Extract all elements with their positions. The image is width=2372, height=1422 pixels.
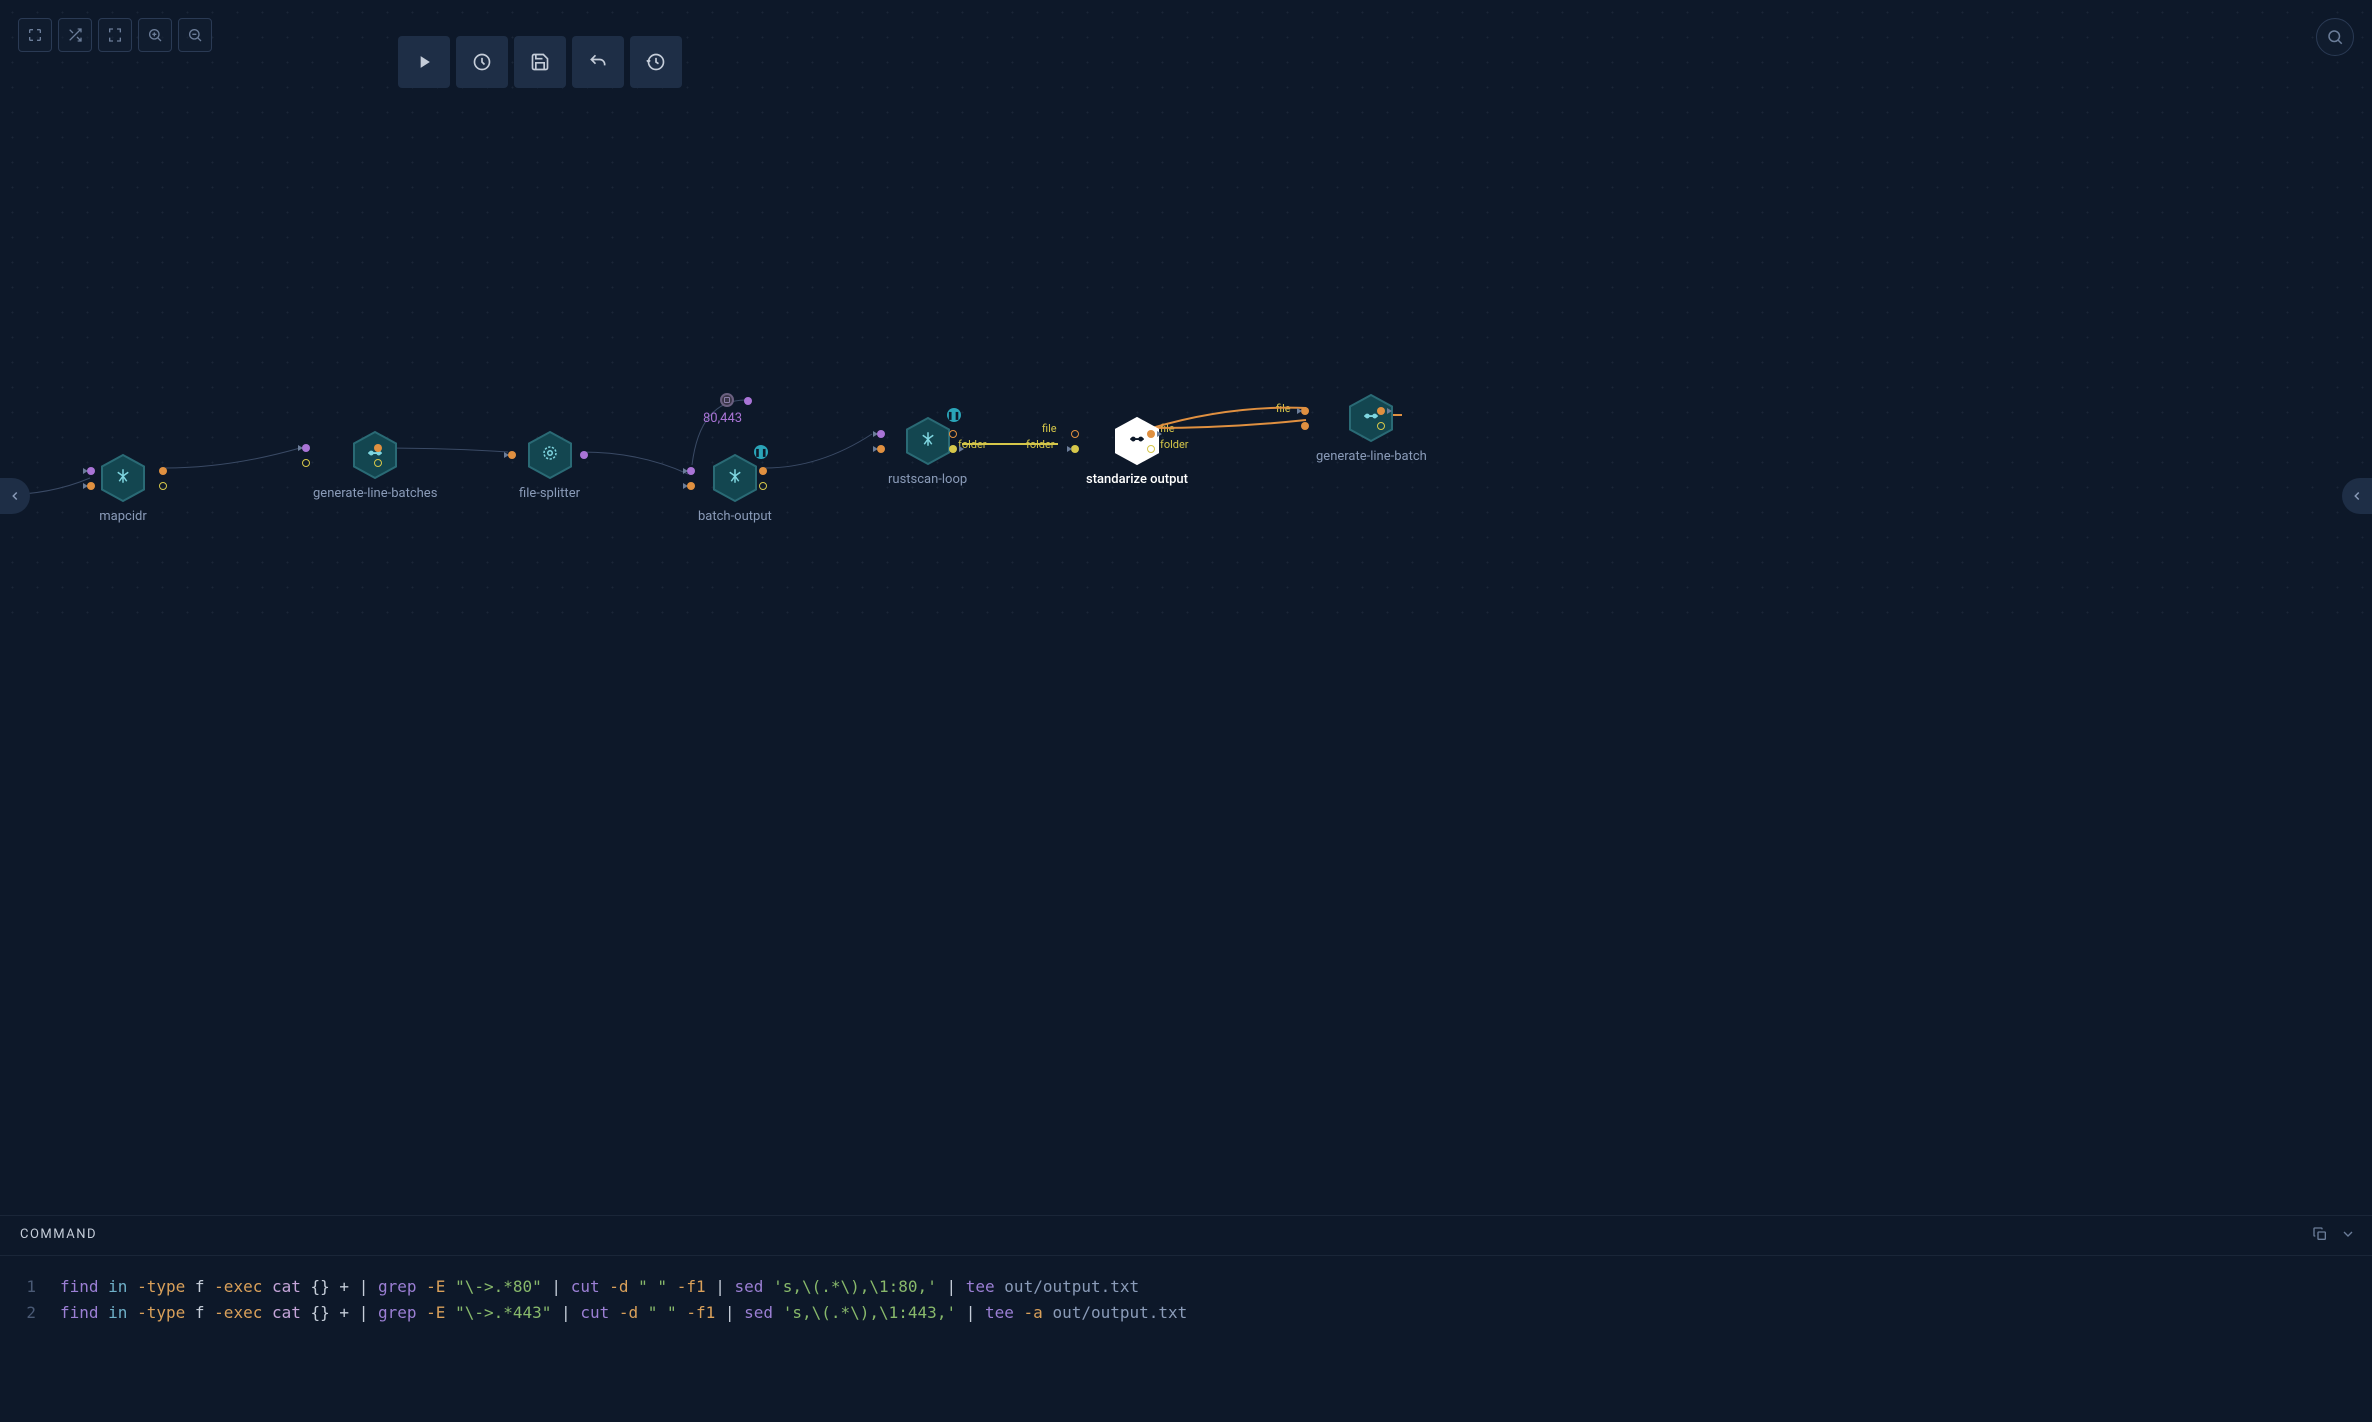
input-port[interactable] <box>1071 445 1079 453</box>
undo-button[interactable] <box>572 36 624 88</box>
output-port[interactable] <box>159 482 167 490</box>
graph-canvas[interactable] <box>0 0 2372 633</box>
next-node-button[interactable] <box>2342 478 2372 514</box>
input-port[interactable] <box>1301 422 1309 430</box>
node-label: file-splitter <box>519 486 580 501</box>
code-editor[interactable]: 1find in -type f -exec cat {} + | grep -… <box>0 1256 2372 1343</box>
input-port[interactable] <box>1071 430 1079 438</box>
output-port[interactable] <box>374 459 382 467</box>
clock-icon <box>472 52 492 72</box>
zoom-in-button[interactable] <box>138 18 172 52</box>
fullscreen-icon <box>27 27 43 43</box>
undo-icon <box>588 52 608 72</box>
toolbar-view <box>18 18 212 52</box>
zoom-out-icon <box>187 27 203 43</box>
node-label: mapcidr <box>99 509 146 524</box>
connect-icon <box>1128 430 1146 452</box>
node-label: generate-line-batch <box>1316 449 1427 464</box>
output-port[interactable] <box>949 430 957 438</box>
input-port[interactable] <box>687 467 695 475</box>
param-output-port[interactable] <box>744 397 752 405</box>
fullscreen-button[interactable] <box>18 18 52 52</box>
line-number: 2 <box>0 1300 60 1326</box>
save-button[interactable] <box>514 36 566 88</box>
zoom-in-icon <box>147 27 163 43</box>
param-label: 80,443 <box>703 411 742 426</box>
input-arrow-icon <box>1297 408 1302 414</box>
node-label: batch-output <box>698 509 772 524</box>
node-label: generate-line-batches <box>313 486 437 501</box>
copy-icon <box>2312 1226 2328 1242</box>
output-arrow-icon <box>1157 431 1162 437</box>
output-port[interactable] <box>1377 422 1385 430</box>
output-port[interactable] <box>580 451 588 459</box>
input-port[interactable] <box>87 467 95 475</box>
line-number: 1 <box>0 1274 60 1300</box>
run-button[interactable] <box>398 36 450 88</box>
output-arrow-icon <box>959 446 964 452</box>
fit-button[interactable] <box>98 18 132 52</box>
input-port[interactable] <box>508 451 516 459</box>
output-port[interactable] <box>374 444 382 452</box>
copy-button[interactable] <box>2312 1226 2328 1246</box>
branch-icon <box>726 467 744 489</box>
input-port[interactable] <box>877 445 885 453</box>
output-port[interactable] <box>759 482 767 490</box>
chevron-down-icon <box>2340 1226 2356 1242</box>
code-line: 2find in -type f -exec cat {} + | grep -… <box>0 1300 2372 1326</box>
expand-button[interactable] <box>2340 1226 2356 1246</box>
output-port[interactable] <box>159 467 167 475</box>
pause-badge-icon: ❚❚ <box>947 408 961 422</box>
gear-icon <box>541 444 559 466</box>
history-button[interactable] <box>630 36 682 88</box>
output-port[interactable] <box>949 445 957 453</box>
input-arrow-icon <box>1067 446 1072 452</box>
input-port[interactable] <box>687 482 695 490</box>
branch-icon <box>919 430 937 452</box>
param-node[interactable] <box>720 393 734 407</box>
search-button[interactable] <box>2316 18 2354 56</box>
fit-icon <box>107 27 123 43</box>
toolbar-search <box>2316 18 2354 56</box>
chevron-left-icon <box>2350 489 2364 503</box>
input-port[interactable] <box>1301 407 1309 415</box>
search-icon <box>2326 28 2344 46</box>
port-label-folder: folder <box>1026 438 1055 451</box>
play-icon <box>414 52 434 72</box>
command-tab[interactable]: COMMAND <box>16 1216 101 1255</box>
shuffle-button[interactable] <box>58 18 92 52</box>
code-content[interactable]: find in -type f -exec cat {} + | grep -E… <box>60 1300 1187 1326</box>
node-label: rustscan-loop <box>888 472 967 487</box>
graph-node-standarize[interactable]: standarize output <box>1086 416 1188 487</box>
output-port[interactable] <box>1147 430 1155 438</box>
graph-node-filesplitter[interactable]: file-splitter <box>519 430 580 501</box>
branch-icon <box>114 467 132 489</box>
input-port[interactable] <box>877 430 885 438</box>
pause-badge-icon: ❚❚ <box>754 445 768 459</box>
save-icon <box>530 52 550 72</box>
shuffle-icon <box>67 27 83 43</box>
output-port[interactable] <box>1377 407 1385 415</box>
node-label: standarize output <box>1086 472 1188 487</box>
port-label-file: file <box>1042 422 1057 435</box>
toolbar-actions <box>398 36 682 88</box>
port-label-file: file <box>1276 402 1291 415</box>
schedule-button[interactable] <box>456 36 508 88</box>
code-content[interactable]: find in -type f -exec cat {} + | grep -E… <box>60 1274 1139 1300</box>
chevron-left-icon <box>8 489 22 503</box>
input-port[interactable] <box>302 459 310 467</box>
input-port[interactable] <box>87 482 95 490</box>
graph-node-mapcidr[interactable]: mapcidr <box>98 453 148 524</box>
zoom-out-button[interactable] <box>178 18 212 52</box>
input-port[interactable] <box>302 444 310 452</box>
output-port[interactable] <box>759 467 767 475</box>
graph-node-glb2[interactable]: generate-line-batch <box>1316 393 1427 464</box>
history-icon <box>646 52 666 72</box>
command-tabs: COMMAND <box>0 1216 2372 1256</box>
command-panel: COMMAND 1find in -type f -exec cat {} + … <box>0 1215 2372 1422</box>
output-port[interactable] <box>1147 445 1155 453</box>
code-line: 1find in -type f -exec cat {} + | grep -… <box>0 1274 2372 1300</box>
output-arrow-icon <box>1387 408 1392 414</box>
